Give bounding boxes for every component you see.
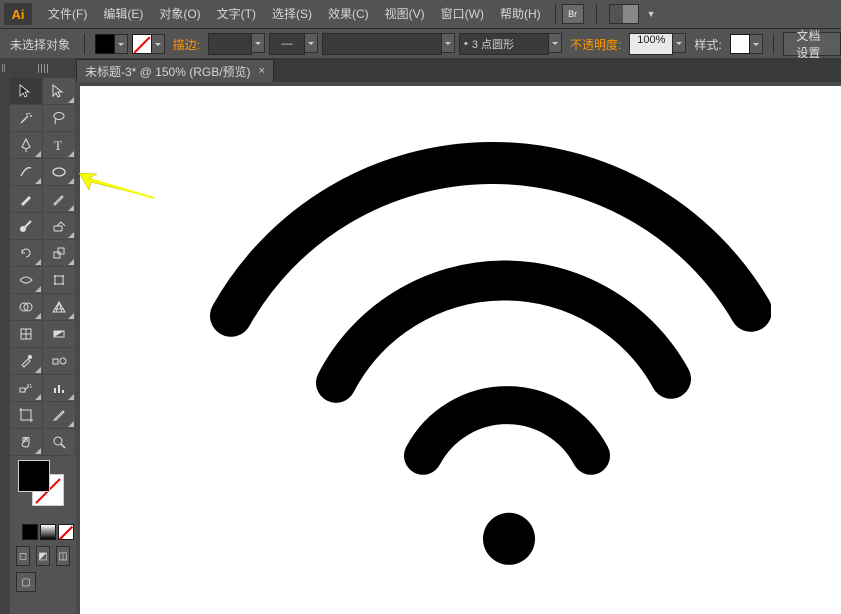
opacity-field[interactable]: 100% <box>629 33 686 55</box>
separator <box>596 4 597 24</box>
brush-definition-empty[interactable] <box>322 33 455 55</box>
paintbrush-tool[interactable] <box>10 186 43 213</box>
bridge-button[interactable]: Br <box>562 4 584 24</box>
menu-edit[interactable]: 编辑(E) <box>95 0 151 28</box>
ellipse-tool[interactable] <box>43 159 76 186</box>
type-tool[interactable]: T <box>43 132 76 159</box>
rotate-tool[interactable] <box>10 240 43 267</box>
column-graph-tool[interactable] <box>43 375 76 402</box>
artboard[interactable] <box>80 86 841 614</box>
magic-wand-tool[interactable] <box>10 105 43 132</box>
tools-panel: T <box>10 58 77 614</box>
zoom-tool[interactable] <box>43 429 76 456</box>
fill-stroke-swatches[interactable] <box>10 456 76 524</box>
document-tab[interactable]: 未标题-3* @ 150% (RGB/预览) × <box>76 59 274 82</box>
brush-definition[interactable]: • 3 点圆形 <box>459 33 562 55</box>
eraser-tool[interactable] <box>43 213 76 240</box>
width-tool[interactable] <box>10 267 43 294</box>
pencil-tool[interactable] <box>43 186 76 213</box>
eyedropper-tool[interactable] <box>10 348 43 375</box>
slice-tool[interactable] <box>43 402 76 429</box>
artboard-tool[interactable] <box>10 402 43 429</box>
menu-select[interactable]: 选择(S) <box>264 0 320 28</box>
document-tab-title: 未标题-3* @ 150% (RGB/预览) <box>85 63 251 80</box>
symbol-sprayer-tool[interactable] <box>10 375 43 402</box>
menu-view[interactable]: 视图(V) <box>377 0 433 28</box>
perspective-grid-tool[interactable] <box>43 294 76 321</box>
draw-mode-behind[interactable]: ◩ <box>36 546 50 566</box>
wifi-artwork <box>151 111 771 571</box>
lasso-tool[interactable] <box>43 105 76 132</box>
app-logo: Ai <box>4 3 32 25</box>
scale-tool[interactable] <box>43 240 76 267</box>
canvas-area <box>76 82 841 614</box>
menu-right-controls: Br ▼ <box>562 4 656 24</box>
mesh-tool[interactable] <box>10 321 43 348</box>
menu-effect[interactable]: 效果(C) <box>320 0 377 28</box>
menu-bar: Ai 文件(F) 编辑(E) 对象(O) 文字(T) 选择(S) 效果(C) 视… <box>0 0 841 29</box>
variable-width-profile[interactable]: — <box>269 33 318 55</box>
chevron-down-icon: ▼ <box>647 9 656 19</box>
close-tab-icon[interactable]: × <box>259 65 265 77</box>
stroke-weight-field[interactable] <box>208 33 265 55</box>
stroke-swatch[interactable] <box>132 34 165 54</box>
style-label: 样式: <box>690 36 725 53</box>
menu-file[interactable]: 文件(F) <box>40 0 95 28</box>
opacity-label: 不透明度: <box>566 36 625 53</box>
pen-tool[interactable] <box>10 132 43 159</box>
document-setup-button[interactable]: 文档设置 <box>783 32 841 56</box>
selection-status: 未选择对象 <box>6 36 74 53</box>
gradient-mode-button[interactable] <box>40 524 56 540</box>
graphic-style-swatch[interactable] <box>730 34 763 54</box>
hand-tool[interactable] <box>10 429 43 456</box>
options-bar: 未选择对象 描边: — • 3 点圆形 不透明度: 100% 样式: 文档设置 <box>0 29 841 60</box>
blob-brush-tool[interactable] <box>10 213 43 240</box>
fill-swatch[interactable] <box>95 34 128 54</box>
direct-selection-tool[interactable] <box>43 78 76 105</box>
menu-object[interactable]: 对象(O) <box>151 0 208 28</box>
screen-mode-button[interactable]: ▢ <box>16 572 36 592</box>
draw-mode-inside[interactable]: ◫ <box>56 546 70 566</box>
gradient-tool[interactable] <box>43 321 76 348</box>
document-tab-bar: 未标题-3* @ 150% (RGB/预览) × <box>76 58 841 83</box>
shape-builder-tool[interactable] <box>10 294 43 321</box>
separator <box>773 34 774 54</box>
menu-type[interactable]: 文字(T) <box>209 0 264 28</box>
stroke-label: 描边: <box>169 36 204 53</box>
none-mode-button[interactable] <box>58 524 74 540</box>
free-transform-tool[interactable] <box>43 267 76 294</box>
arrange-documents-button[interactable] <box>609 4 639 24</box>
color-mode-button[interactable] <box>22 524 38 540</box>
menu-help[interactable]: 帮助(H) <box>492 0 549 28</box>
menu-window[interactable]: 窗口(W) <box>433 0 492 28</box>
blend-tool[interactable] <box>43 348 76 375</box>
tools-panel-grip[interactable] <box>10 58 76 78</box>
line-segment-tool[interactable] <box>10 159 43 186</box>
draw-mode-normal[interactable]: ◻ <box>16 546 30 566</box>
separator <box>84 34 85 54</box>
selection-tool[interactable] <box>10 78 43 105</box>
separator <box>555 4 556 24</box>
fill-color-swatch[interactable] <box>18 460 50 492</box>
svg-text:T: T <box>54 138 62 153</box>
